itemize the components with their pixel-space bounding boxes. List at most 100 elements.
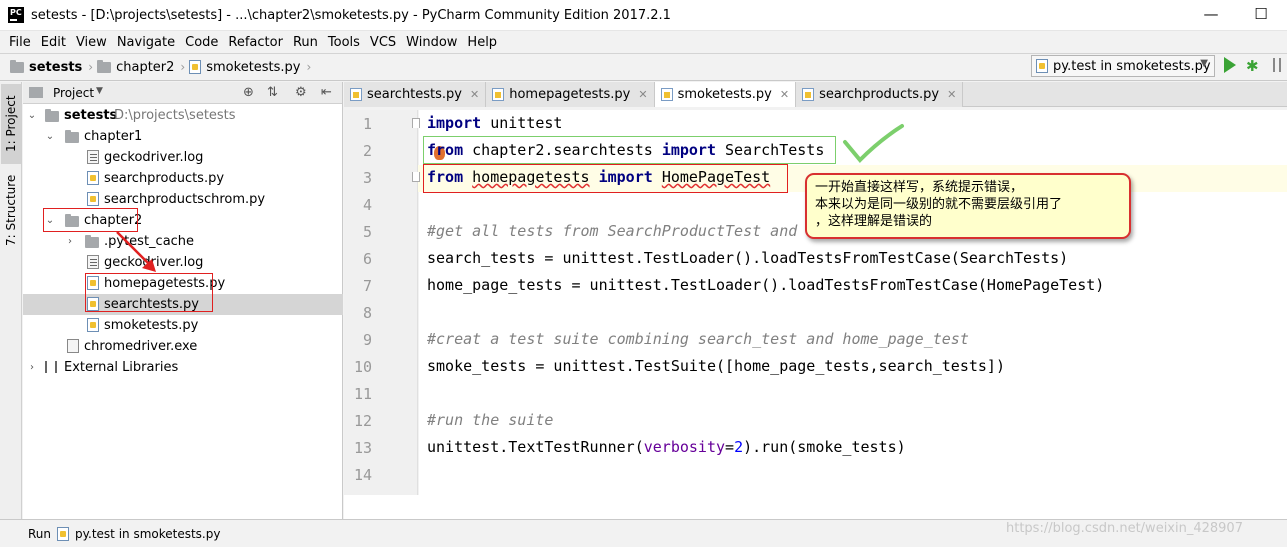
chevron-down-icon: ▼ [1200,58,1208,69]
locate-icon[interactable]: ⊕ [243,85,254,100]
tree-item-geckodriver-log-2[interactable]: geckodriver.log [23,252,343,273]
fold-icon[interactable] [412,118,420,128]
annotation-callout: 一开始直接这样写，系统提示错误， 本来以为是同一级别的就不需要层级引用了 ，这样… [805,173,1131,239]
tree-item-chromedriver[interactable]: chromedriver.exe [23,336,343,357]
run-config-label: py.test in smoketests.py [1053,58,1211,74]
menu-tools[interactable]: Tools [323,35,365,50]
line-number: 2 [362,142,372,160]
tree-item-geckodriver-log-1[interactable]: geckodriver.log [23,147,343,168]
python-file-icon [189,60,202,74]
tab-label: smoketests.py [677,87,772,102]
tree-item-searchproductschrom[interactable]: searchproductschrom.py [23,189,343,210]
maximize-button[interactable]: ☐ [1246,5,1276,23]
python-file-icon [57,526,70,541]
tab-project[interactable]: 1: Project [1,84,21,164]
code-line-10: smoke_tests = unittest.TestSuite([home_p… [427,357,1005,375]
menu-vcs[interactable]: VCS [365,35,401,50]
line-number: 7 [362,277,372,295]
menu-run[interactable]: Run [288,35,323,50]
line-number: 10 [353,358,372,376]
folder-icon [97,59,112,73]
tree-item-setests[interactable]: ⌄ setests D:\projects\setests [23,105,343,126]
breadcrumb-chapter2[interactable]: chapter2 [97,59,174,75]
gear-icon[interactable]: ⚙ [295,85,307,100]
log-file-icon [87,255,99,269]
menu-file[interactable]: File [4,35,36,50]
menu-edit[interactable]: Edit [36,35,71,50]
checkmark-icon [843,124,904,163]
debug-icon[interactable]: ✱ [1246,57,1259,75]
close-icon[interactable]: ✕ [947,88,956,101]
python-file-icon [87,318,99,332]
menu-window[interactable]: Window [401,35,462,50]
python-file-icon [1036,59,1048,73]
tree-item-smoketests[interactable]: smoketests.py [23,315,343,336]
panel-title[interactable]: Project [53,86,94,100]
line-number: 5 [362,223,372,241]
tree-item-external-libraries[interactable]: › External Libraries [23,357,343,378]
toolbar-overflow-icon[interactable] [1273,58,1281,72]
folder-icon [85,235,99,248]
line-number: 6 [362,250,372,268]
menu-code[interactable]: Code [180,35,223,50]
tab-searchproducts[interactable]: searchproducts.py ✕ [796,82,964,107]
library-icon [45,361,57,373]
chevron-right-icon: › [88,60,94,74]
breadcrumb-label: setests [29,59,83,75]
tree-item-chapter1[interactable]: ⌄ chapter1 [23,126,343,147]
breadcrumb-label: smoketests.py [206,59,301,75]
highlight-box-wrong-import [423,164,788,193]
code-line-12: #run the suite [427,411,554,429]
tree-label: searchproducts.py [104,171,225,186]
code-line-9: #creat a test suite combining search_tes… [427,330,969,348]
python-file-icon [802,88,815,101]
collapse-all-icon[interactable]: ⇅ [267,85,278,100]
minimize-button[interactable]: — [1196,5,1226,23]
close-icon[interactable]: ✕ [780,88,789,101]
tree-label: chromedriver.exe [84,339,198,354]
run-tool-label[interactable]: Run [28,527,51,541]
highlight-box-files [85,273,213,312]
line-number: 13 [353,439,372,457]
run-config-status[interactable]: py.test in smoketests.py [75,527,220,541]
line-number: 4 [362,196,372,214]
code-line-1: import unittest [427,114,563,132]
line-number: 14 [353,466,372,484]
annotation-text: ，这样理解是错误的 [815,214,933,229]
run-config-selector[interactable]: py.test in smoketests.py ▼ [1031,55,1215,77]
tree-item-pytest-cache[interactable]: › .pytest_cache [23,231,343,252]
fold-icon[interactable] [412,172,420,182]
tab-searchtests[interactable]: searchtests.py ✕ [344,82,487,107]
code-line-5: #get all tests from SearchProductTest an… [427,222,798,240]
tab-homepagetests[interactable]: homepagetests.py ✕ [486,82,655,107]
python-file-icon [87,171,99,185]
close-icon[interactable]: ✕ [470,88,479,101]
chevron-down-icon[interactable]: ▼ [96,86,103,96]
project-panel-header: Project ▼ ⊕ ⇅ ⚙ ⇤ [23,82,342,104]
folder-icon [65,130,79,143]
tab-structure[interactable]: 7: Structure [1,170,21,250]
line-number: 11 [353,385,372,403]
tab-smoketests[interactable]: smoketests.py ✕ [654,82,797,107]
red-arrow-annotation [116,231,156,272]
tree-item-searchproducts[interactable]: searchproducts.py [23,168,343,189]
line-number: 3 [362,169,372,187]
tab-label: homepagetests.py [509,87,631,102]
chevron-right-icon: › [180,60,186,74]
breadcrumb-root[interactable]: setests [10,59,83,75]
chevron-down-icon: ⌄ [45,131,55,142]
breadcrumb-file[interactable]: smoketests.py [189,59,301,75]
close-icon[interactable]: ✕ [638,88,647,101]
chevron-right-icon: › [30,362,34,373]
menu-view[interactable]: View [71,35,112,50]
folder-icon [10,59,24,73]
pycharm-logo-icon: PC [8,7,24,23]
run-icon[interactable] [1224,57,1236,73]
menu-navigate[interactable]: Navigate [112,35,180,50]
tree-label: geckodriver.log [104,150,204,165]
menu-refactor[interactable]: Refactor [223,35,288,50]
menu-help[interactable]: Help [462,35,502,50]
hide-panel-icon[interactable]: ⇤ [321,85,332,100]
project-panel: Project ▼ ⊕ ⇅ ⚙ ⇤ ⌄ setests D:\projects\… [23,82,343,519]
line-number: 1 [362,115,372,133]
